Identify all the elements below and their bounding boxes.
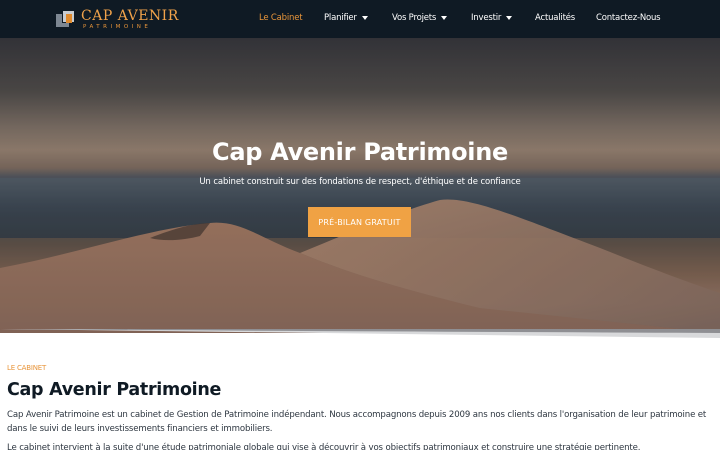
nav-item-label: Le Cabinet <box>259 13 303 23</box>
nav-item-vos-projets[interactable]: Vos Projets <box>392 13 448 23</box>
pre-bilan-button[interactable]: PRÉ-BILAN GRATUIT <box>308 207 411 237</box>
hero-subtitle: Un cabinet construit sur des fondations … <box>199 177 521 187</box>
logo[interactable]: CAP AVENIR PATRIMOINE <box>56 9 179 31</box>
nav-item-label: Investir <box>471 13 502 23</box>
approach-paragraph: Le cabinet intervient à la suite d'une é… <box>7 443 641 450</box>
nav-item-label: Vos Projets <box>392 13 437 23</box>
nav-item-le-cabinet[interactable]: Le Cabinet <box>259 13 303 23</box>
nav-item-investir[interactable]: Investir <box>471 13 513 23</box>
cap-avenir-logo-icon <box>56 9 76 30</box>
logo-text: CAP AVENIR PATRIMOINE <box>81 9 179 31</box>
nav-item-actualites[interactable]: Actualités <box>535 13 575 23</box>
nav-item-label: Actualités <box>535 13 575 23</box>
logo-tagline: PATRIMOINE <box>83 24 152 30</box>
nav-item-label: Planifier <box>324 13 357 23</box>
nav-item-label: Contactez-Nous <box>596 13 661 23</box>
nav-item-planifier[interactable]: Planifier <box>324 13 368 23</box>
nav-item-contactez-nous[interactable]: Contactez-Nous <box>596 13 661 23</box>
hero-banner: Cap Avenir Patrimoine Un cabinet constru… <box>0 38 720 333</box>
hero-divider <box>0 329 720 338</box>
site-header: CAP AVENIR PATRIMOINE Le Cabinet Planifi… <box>0 0 720 38</box>
logo-title: CAP AVENIR <box>81 8 179 24</box>
chevron-down-icon <box>441 15 448 20</box>
chevron-down-icon <box>506 15 513 20</box>
section-title: Cap Avenir Patrimoine <box>7 380 222 400</box>
chevron-down-icon <box>361 15 368 20</box>
intro-paragraph: Cap Avenir Patrimoine est un cabinet de … <box>7 410 707 434</box>
section-label: LE CABINET <box>7 364 47 372</box>
hero-title: Cap Avenir Patrimoine <box>212 138 508 166</box>
